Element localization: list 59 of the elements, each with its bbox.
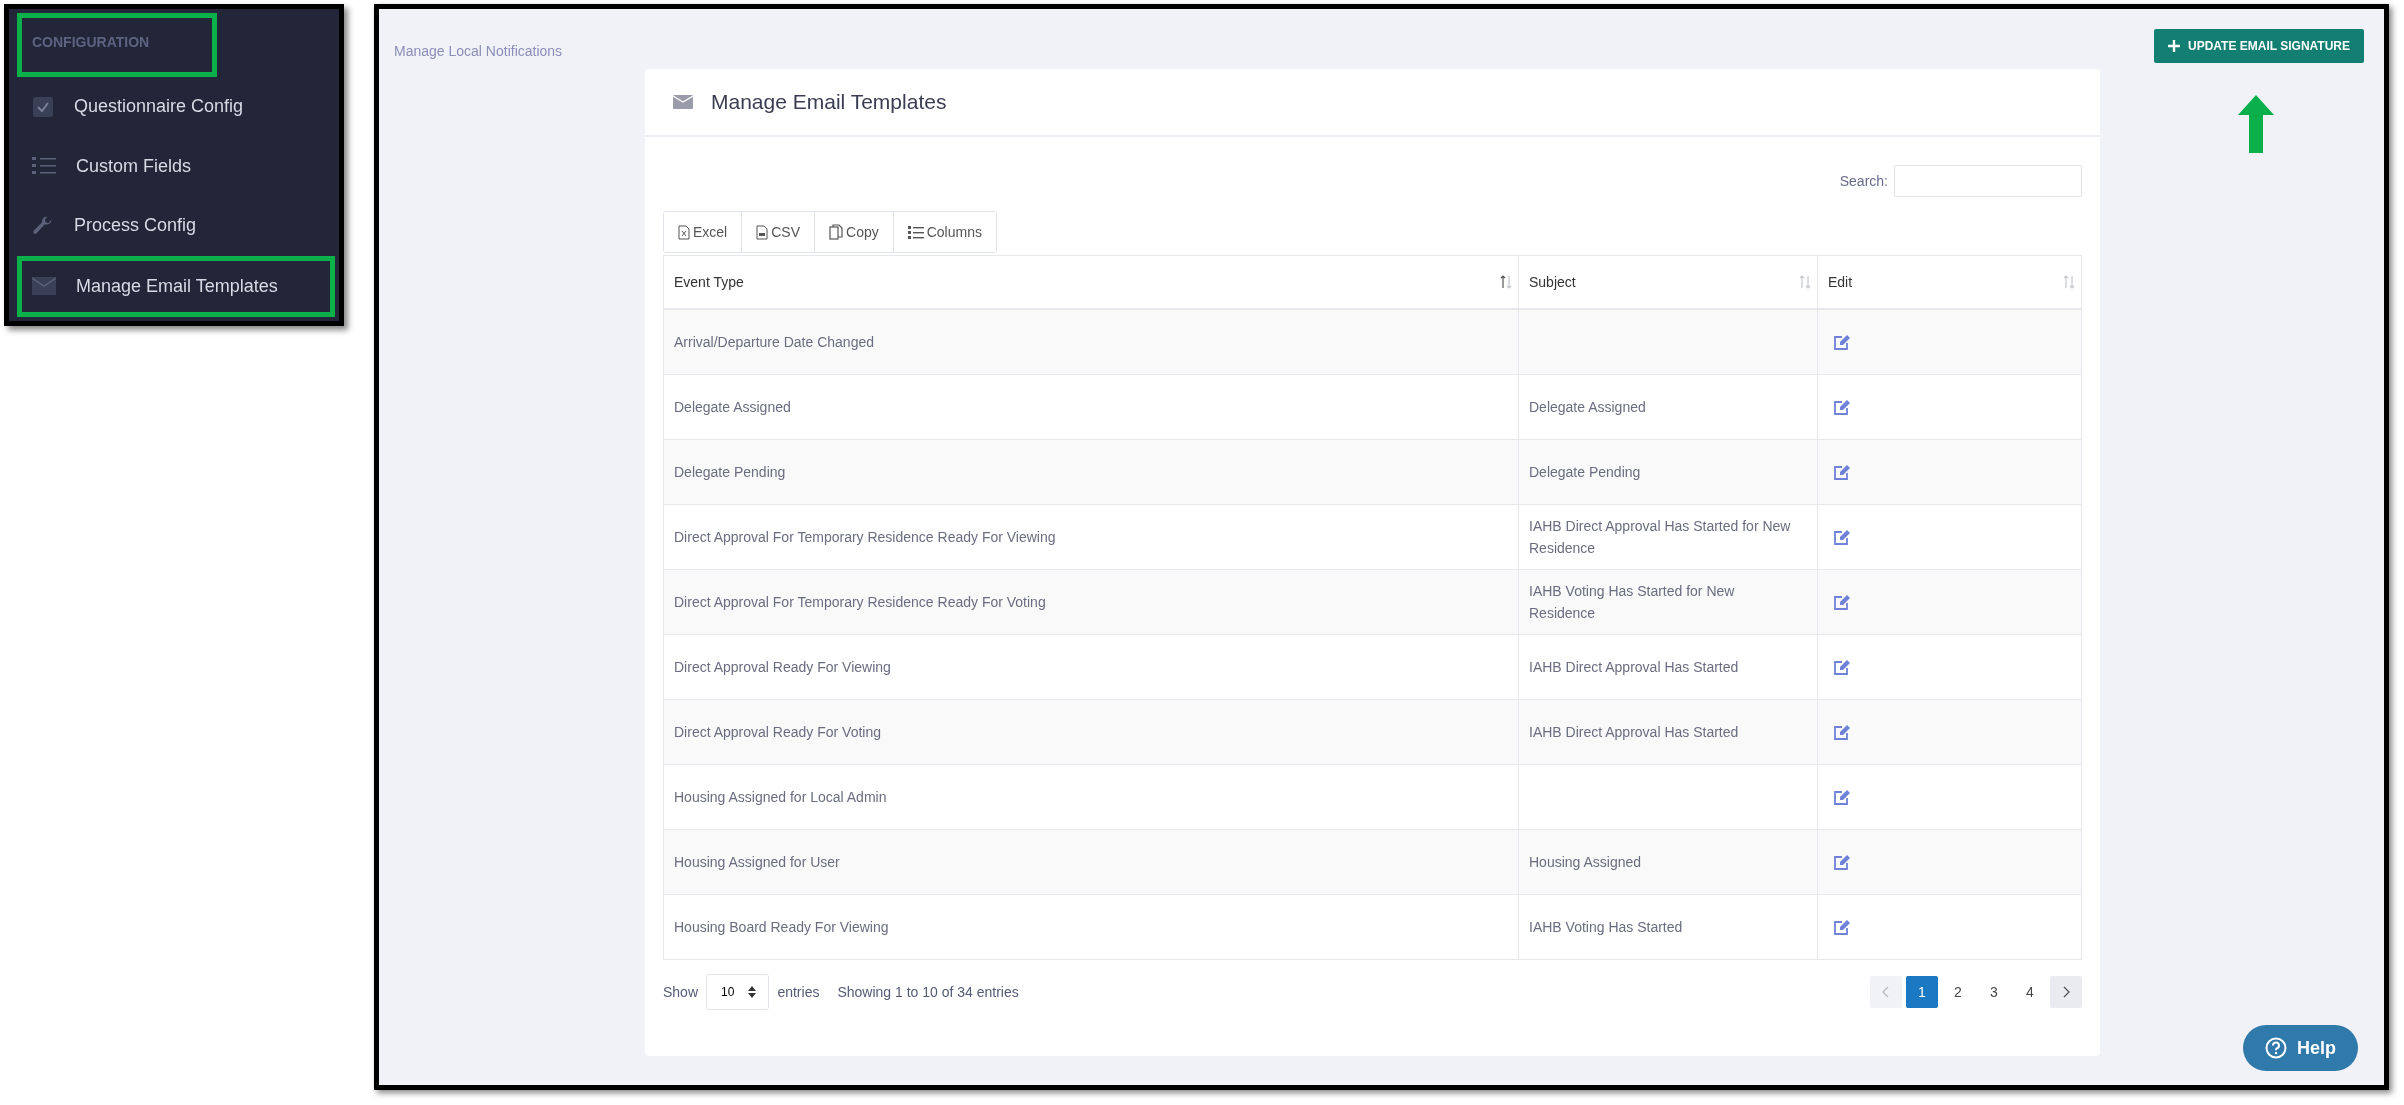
section-title: CONFIGURATION (17, 13, 217, 77)
table-cell: Arrival/Departure Date Changed (663, 309, 1519, 375)
file-icon (756, 224, 769, 240)
table-cell: Housing Board Ready For Viewing (663, 894, 1519, 960)
page-size-select[interactable]: 10 (706, 974, 770, 1010)
entries-info: Showing 1 to 10 of 34 entries (837, 984, 1019, 1000)
table-cell: Delegate Assigned (663, 374, 1519, 440)
edit-icon[interactable] (1833, 398, 1851, 416)
sidebar-item[interactable]: Custom Fields (17, 136, 331, 197)
table-cell: Housing Assigned for Local Admin (663, 764, 1519, 830)
export-button[interactable]: Excel (664, 212, 743, 252)
caret-icon (748, 986, 757, 998)
edit-icon[interactable] (1833, 918, 1851, 936)
table-cell: Housing Assigned (1518, 829, 1818, 895)
plus-icon (2168, 40, 2180, 52)
search-label: Search: (1839, 173, 1888, 189)
edit-icon[interactable] (1833, 593, 1851, 611)
page-button[interactable]: 1 (1906, 976, 1938, 1008)
table-cell: Direct Approval Ready For Voting (663, 699, 1519, 765)
checkbox-icon (32, 95, 54, 118)
search-field[interactable] (1894, 165, 2082, 197)
table-cell: IAHB Direct Approval Has Started for New Residence (1518, 504, 1818, 570)
sidebar-item[interactable]: Process Config (17, 196, 331, 256)
help-icon (2265, 1037, 2287, 1059)
list-icon (32, 156, 56, 177)
table-cell: Delegate Pending (1518, 439, 1818, 505)
table-cell: IAHB Direct Approval Has Started (1518, 634, 1818, 700)
card-title: Manage Email Templates (711, 90, 947, 114)
entries-label: entries (777, 984, 820, 1000)
sidebar-item[interactable]: Manage Email Templates (17, 255, 335, 317)
envelope-icon (32, 277, 56, 296)
table-cell: Direct Approval For Temporary Residence Ready For Voting (663, 569, 1519, 635)
edit-icon[interactable] (1833, 528, 1851, 546)
list-icon (907, 225, 924, 239)
edit-icon[interactable] (1833, 658, 1851, 676)
chevron-left-icon (1882, 986, 1890, 998)
table-cell: Direct Approval Ready For Viewing (663, 634, 1519, 700)
table-cell: Direct Approval For Temporary Residence Ready For Viewing (663, 504, 1519, 570)
next-page-button[interactable] (2050, 976, 2082, 1008)
show-label: Show (663, 984, 699, 1000)
copy-icon (829, 224, 844, 240)
help-button[interactable]: Help (2243, 1025, 2358, 1071)
edit-icon[interactable] (1833, 788, 1851, 806)
update-signature-button[interactable]: UPDATE EMAIL SIGNATURE (2154, 29, 2364, 63)
table-cell: IAHB Voting Has Started for New Residence (1518, 569, 1818, 635)
sidebar-item[interactable]: Questionnaire Config (17, 77, 331, 137)
table-cell: IAHB Direct Approval Has Started (1518, 699, 1818, 765)
edit-icon[interactable] (1833, 723, 1851, 741)
chevron-right-icon (2062, 986, 2070, 998)
edit-icon[interactable] (1833, 333, 1851, 351)
table-cell: Housing Assigned for User (663, 829, 1519, 895)
edit-icon[interactable] (1833, 463, 1851, 481)
envelope-icon (673, 95, 693, 109)
spreadsheet-file-icon (678, 224, 690, 240)
table-cell: IAHB Voting Has Started (1518, 894, 1818, 960)
table-cell: Delegate Pending (663, 439, 1519, 505)
wrench-icon (32, 214, 54, 237)
table-cell: Delegate Assigned (1518, 374, 1818, 440)
edit-icon[interactable] (1833, 853, 1851, 871)
